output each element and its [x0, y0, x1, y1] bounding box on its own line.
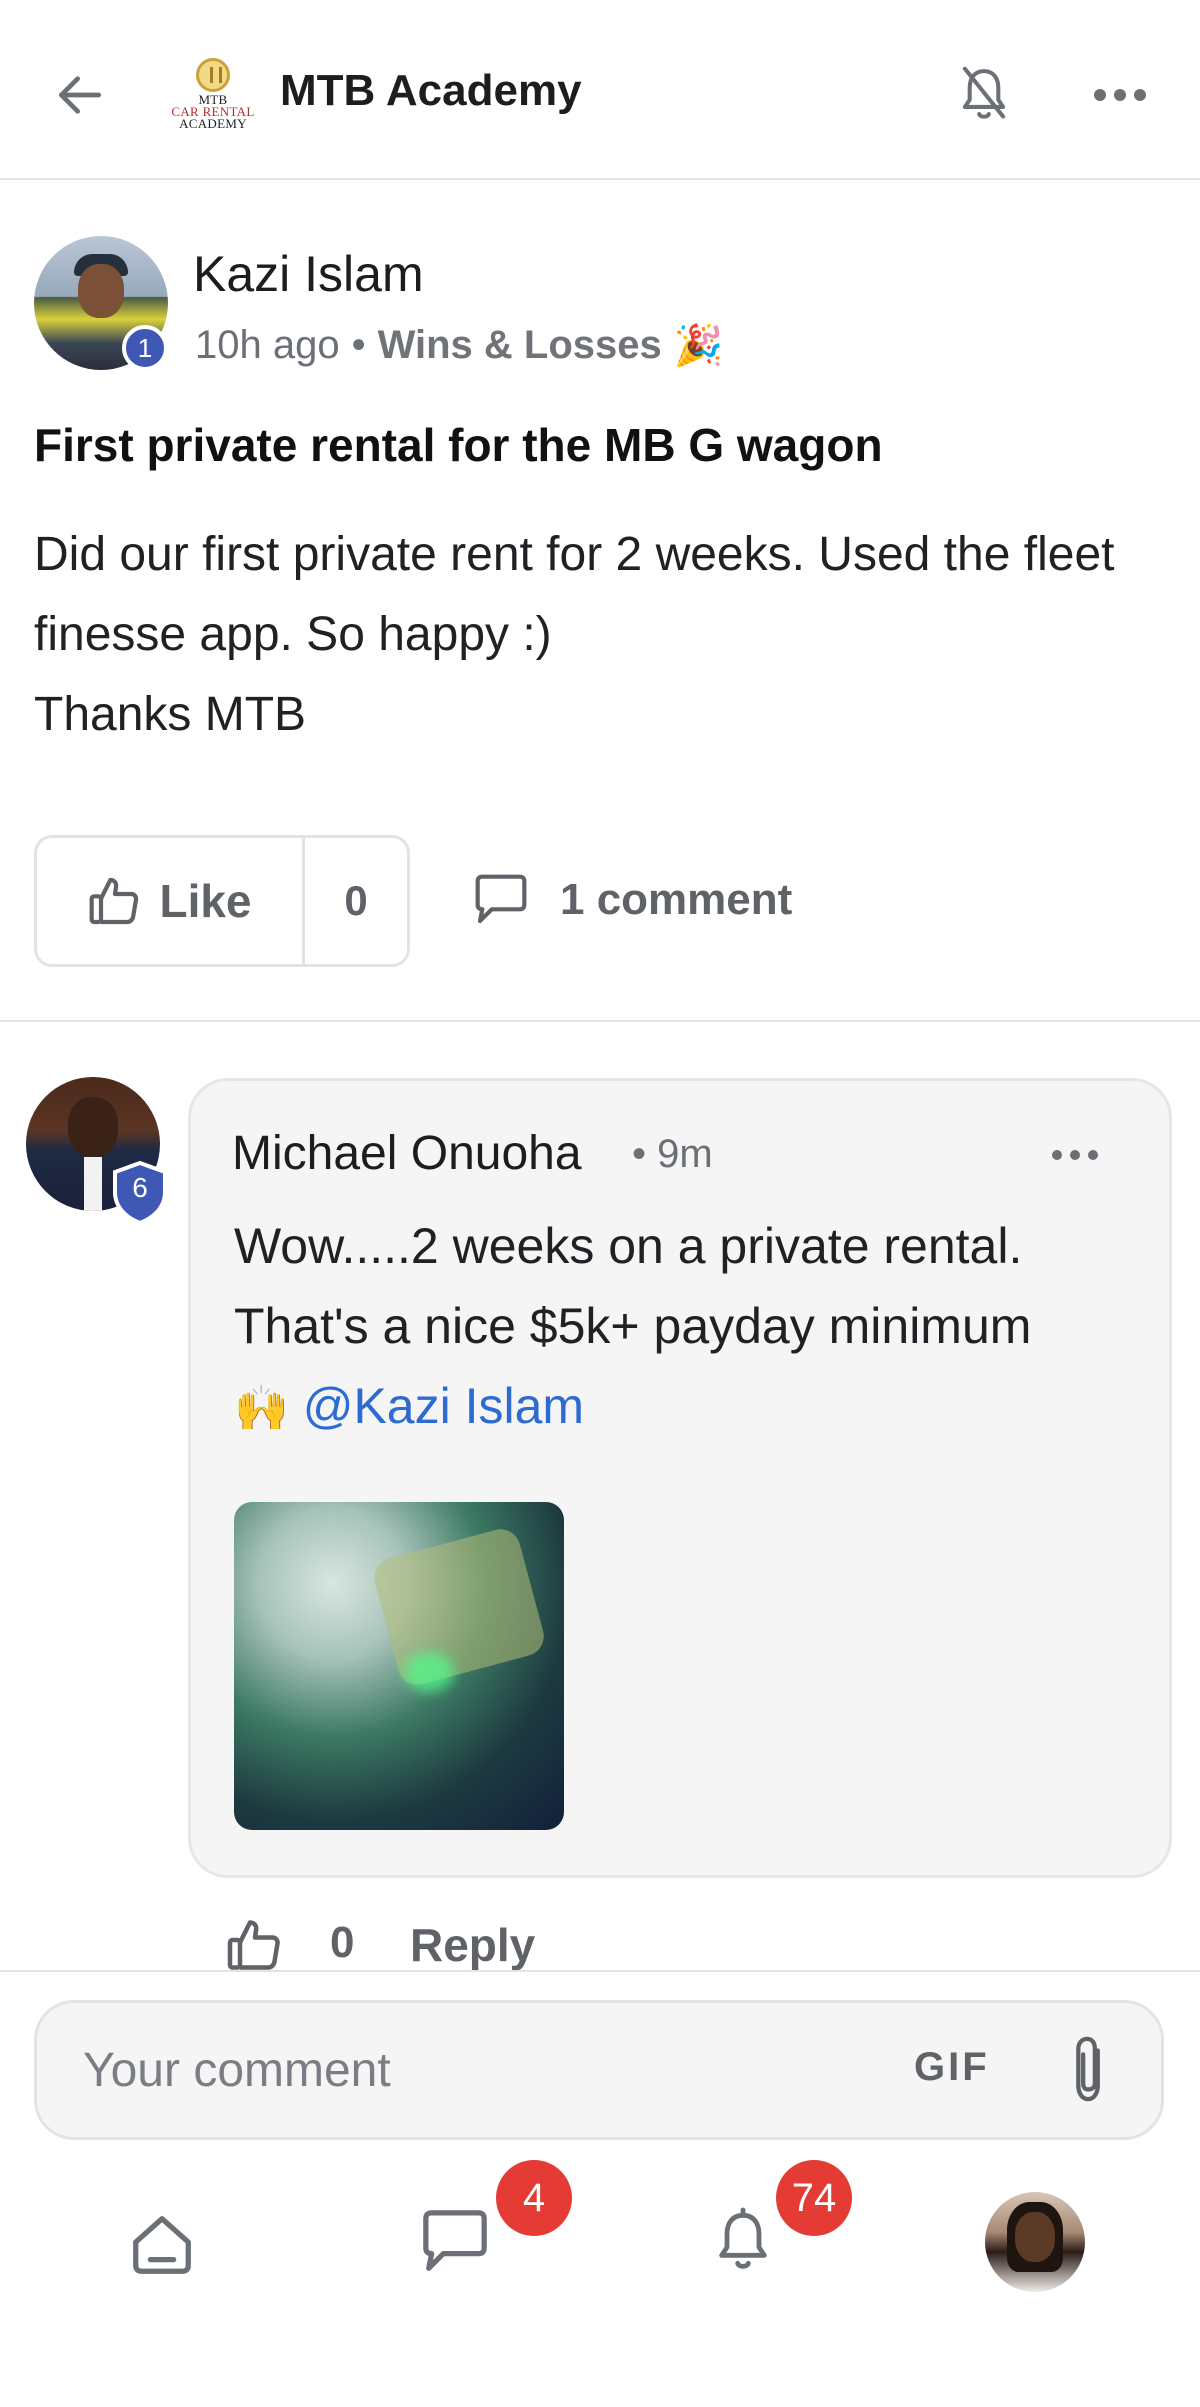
- paperclip-icon: [1076, 2036, 1100, 2102]
- community-logo: MTB CAR RENTAL ACADEMY: [168, 58, 258, 136]
- thumbs-up-icon: [90, 877, 139, 925]
- avatar-face: [1015, 2212, 1055, 2262]
- thumbs-up-icon: [227, 1920, 280, 1970]
- mute-notifications-button[interactable]: [944, 55, 1024, 135]
- like-label: Like: [159, 875, 252, 927]
- post-body-line: Did our first private rent for 2 weeks. …: [34, 528, 1115, 661]
- more-options-button[interactable]: [1080, 55, 1160, 135]
- level-number: 6: [132, 1172, 148, 1203]
- gif-button[interactable]: GIF: [914, 2045, 990, 2090]
- nav-chat[interactable]: [405, 2192, 505, 2292]
- comment-count: 1 comment: [560, 875, 793, 924]
- arrow-left-icon: [59, 76, 101, 114]
- comment-line: Wow.....2 weeks on a private rental.: [234, 1218, 1023, 1274]
- comment-author-level-badge: 6: [111, 1160, 169, 1226]
- comment-line: That's a nice $5k+ payday minimum: [234, 1298, 1032, 1354]
- meta-separator: •: [351, 323, 366, 367]
- more-horizontal-icon: [1094, 89, 1146, 101]
- comment-options-button[interactable]: [1040, 1120, 1110, 1190]
- post-author-level-badge: 1: [122, 325, 168, 371]
- image-detail: [404, 1652, 454, 1692]
- logo-text: MTB CAR RENTAL ACADEMY: [168, 93, 258, 131]
- avatar-shirt: [84, 1157, 102, 1211]
- comments-button[interactable]: 1 comment: [470, 860, 792, 940]
- comment-author-name[interactable]: Michael Onuoha: [232, 1126, 582, 1181]
- bell-icon: [719, 2207, 767, 2269]
- nav-home[interactable]: [112, 2195, 212, 2295]
- avatar-face: [68, 1097, 118, 1157]
- comment-like-button[interactable]: [222, 1912, 288, 1978]
- logo-text-line3: ACADEMY: [179, 116, 247, 131]
- nav-profile-avatar[interactable]: [985, 2192, 1085, 2292]
- like-button[interactable]: Like: [37, 838, 305, 964]
- avatar-face: [78, 264, 124, 318]
- post-author-name[interactable]: Kazi Islam: [193, 245, 424, 303]
- comment-input[interactable]: [34, 2000, 1164, 2140]
- post-title: First private rental for the MB G wagon: [34, 419, 883, 471]
- comment-time-value: 9m: [657, 1132, 713, 1176]
- post-category[interactable]: Wins & Losses: [378, 323, 662, 368]
- page-title: MTB Academy: [280, 66, 582, 115]
- comment-time: • 9m: [632, 1132, 713, 1176]
- post-body: Did our first private rent for 2 weeks. …: [34, 515, 1164, 755]
- logo-emblem-icon: [196, 58, 230, 92]
- app-header: MTB CAR RENTAL ACADEMY MTB Academy: [0, 0, 1200, 180]
- chat-badge: 4: [496, 2160, 572, 2236]
- like-count[interactable]: 0: [305, 838, 407, 964]
- back-button[interactable]: [40, 55, 120, 135]
- comment-attachment-image[interactable]: [234, 1502, 564, 1830]
- attach-button[interactable]: [1060, 2030, 1120, 2110]
- more-horizontal-icon: [1052, 1150, 1098, 1160]
- comment-body: Wow.....2 weeks on a private rental. Tha…: [234, 1206, 1114, 1449]
- post-meta: 10h ago • Wins & Losses 🎉: [195, 322, 724, 369]
- chat-icon: [423, 2210, 487, 2271]
- reply-button[interactable]: Reply: [410, 1918, 535, 1972]
- mention-link[interactable]: @Kazi Islam: [303, 1378, 584, 1434]
- post-time: 10h ago: [195, 323, 340, 367]
- comment-like-count: 0: [330, 1918, 355, 1967]
- party-popper-icon: 🎉: [673, 324, 724, 368]
- comment-line: 🙌 @Kazi Islam: [234, 1366, 1114, 1449]
- post-body-line: Thanks MTB: [34, 688, 307, 741]
- raising-hands-icon: 🙌: [234, 1384, 289, 1433]
- speech-bubble-icon: [475, 874, 527, 924]
- notifications-badge: 74: [776, 2160, 852, 2236]
- section-divider: [0, 1020, 1200, 1022]
- like-control: Like 0: [34, 835, 410, 967]
- bell-off-icon: [962, 66, 1006, 119]
- home-icon: [133, 2216, 191, 2274]
- image-detail: [369, 1524, 549, 1690]
